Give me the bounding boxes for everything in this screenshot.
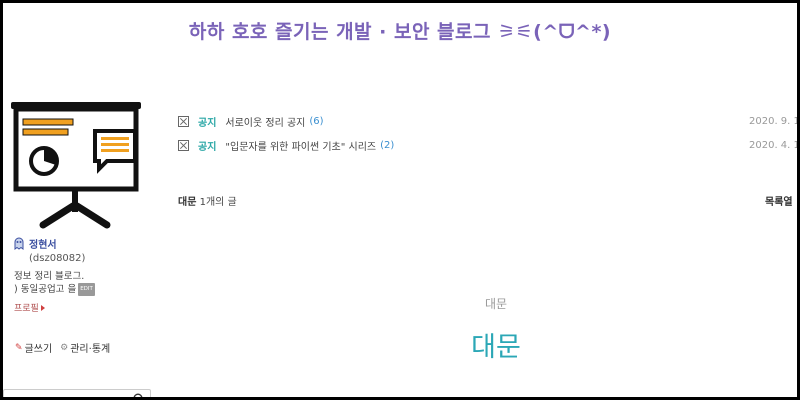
category-name[interactable]: 대문 [178,197,196,208]
presentation-logo-icon [11,102,141,229]
notice-title[interactable]: 서로이웃 정리 공지 [225,114,305,129]
blog-page: 하하 호호 즐기는 개발 · 보안 블로그 ⚞⚟(^ᗜ^*) 정현서 (dsz0… [3,3,797,397]
search-icon[interactable] [133,393,145,397]
post-title[interactable]: 대문 [3,325,797,364]
notice-tag: 공지 [198,117,217,129]
category-count: 1개의 글 [199,197,237,208]
notice-item[interactable]: 공지 서로이웃 정리 공지 (6) 2020. 9. 1 [178,109,797,133]
notice-count: (6) [309,115,324,127]
blog-title[interactable]: 하하 호호 즐기는 개발 · 보안 블로그 ⚞⚟(^ᗜ^*) [3,17,797,44]
notice-list: 공지 서로이웃 정리 공지 (6) 2020. 9. 1 공지 "입문자를 위한… [178,109,797,157]
profile-name[interactable]: 정현서 [29,236,57,251]
profile-id: (dsz08082) [29,253,86,264]
notice-count: (2) [380,139,395,151]
post-category[interactable]: 대문 [3,295,797,312]
profile-description: 정보 정리 블로그. ) 동일공업고 을 EDIT [14,271,95,296]
notice-tag: 공지 [198,141,217,153]
notice-title[interactable]: "입문자를 위한 파이썬 기초" 시리즈 [225,138,376,153]
category-header: 대문 1개의 글 [178,193,237,208]
notice-date: 2020. 4. 1 [749,139,797,151]
notice-item[interactable]: 공지 "입문자를 위한 파이썬 기초" 시리즈 (2) 2020. 4. 1 [178,133,797,157]
notice-date: 2020. 9. 1 [749,115,797,127]
search-input[interactable] [3,389,151,397]
checkbox-icon[interactable] [178,115,189,127]
list-toggle-button[interactable]: 목록열 [765,193,793,208]
ghost-icon [14,237,24,250]
checkbox-icon[interactable] [178,139,189,151]
